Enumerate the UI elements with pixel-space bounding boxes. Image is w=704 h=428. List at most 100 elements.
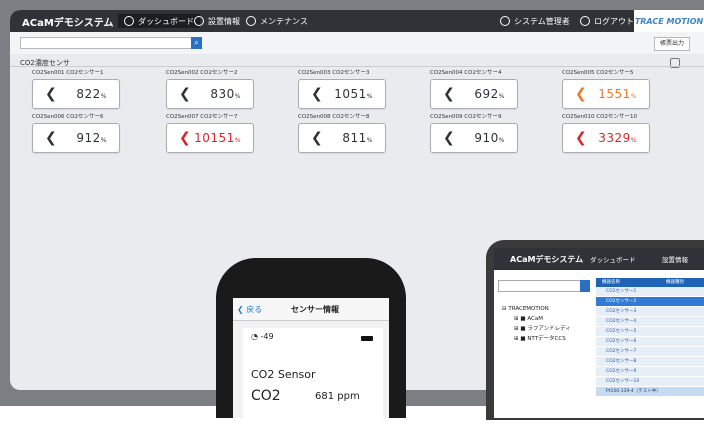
- sensor-value: 692%: [474, 87, 505, 101]
- nav-installation[interactable]: 設置情報: [194, 14, 240, 28]
- sensor-label: CO2Sen008 CO2センサー8: [298, 114, 370, 120]
- nav-installation-label: 設置情報: [208, 16, 240, 26]
- sensor-card[interactable]: CO2Sen005 CO2センサー5 ❮ 1551%: [562, 68, 672, 112]
- sensor-value: 822%: [76, 87, 107, 101]
- sensor-label: CO2Sen010 CO2センサー10: [562, 114, 637, 120]
- sensor-value: 912%: [76, 131, 107, 145]
- sensor-card[interactable]: CO2Sen008 CO2センサー8 ❮ 811%: [298, 112, 408, 156]
- tablet-search-input[interactable]: [498, 280, 590, 292]
- sensor-value-box: ❮ 830%: [166, 79, 254, 109]
- wrench-icon: [246, 16, 256, 26]
- table-row[interactable]: CO2センサー7: [596, 347, 704, 357]
- home-icon: [194, 16, 204, 26]
- sensor-value: 811%: [342, 131, 373, 145]
- sensor-label: CO2Sen007 CO2センサー7: [166, 114, 238, 120]
- sensor-label: CO2Sen005 CO2センサー5: [562, 70, 634, 76]
- chevron-left-icon: ❮: [45, 130, 57, 146]
- tablet-tree: ⊟ TRACEMOTION ⊞ ■ ACaM ⊞ ■ ラフアンドレディ ⊞ ■ …: [502, 304, 571, 344]
- sensor-value-box: ❮ 10151%: [166, 123, 254, 153]
- nav-logout[interactable]: ログアウト: [580, 14, 634, 28]
- column-header: 機器種別: [666, 280, 684, 285]
- sensor-value-box: ❮ 910%: [430, 123, 518, 153]
- chevron-left-icon: ❮: [443, 86, 455, 102]
- top-navigation: ACaMデモシステム ダッシュボード 設置情報 メンテナンス システム管理者 ロ…: [10, 10, 704, 32]
- tablet-nav-installation[interactable]: 設置情報: [662, 254, 688, 264]
- table-row[interactable]: CO2センサー4: [596, 317, 704, 327]
- phone-sensor-name: CO2 Sensor: [251, 368, 316, 381]
- sensor-value-box: ❮ 822%: [32, 79, 120, 109]
- nav-dashboard[interactable]: ダッシュボード: [118, 14, 200, 28]
- sensor-value-box: ❮ 811%: [298, 123, 386, 153]
- sensor-card[interactable]: CO2Sen001 CO2センサー1 ❮ 822%: [32, 68, 142, 112]
- sensor-card[interactable]: CO2Sen010 CO2センサー10 ❮ 3329%: [562, 112, 672, 156]
- phone-metric-value: 681 ppm: [315, 391, 360, 402]
- sensor-value-box: ❮ 692%: [430, 79, 518, 109]
- sensor-label: CO2Sen001 CO2センサー1: [32, 70, 104, 76]
- phone-back-label: 戻る: [246, 305, 263, 314]
- logout-icon: [580, 16, 590, 26]
- chevron-left-icon: ❮: [179, 86, 191, 102]
- sensor-card[interactable]: CO2Sen002 CO2センサー2 ❮ 830%: [166, 68, 276, 112]
- nav-logout-label: ログアウト: [594, 16, 634, 26]
- table-row[interactable]: CO2センサー1: [596, 287, 704, 297]
- nav-maintenance-label: メンテナンス: [260, 16, 308, 26]
- wifi-signal: ◔ -49: [251, 332, 274, 341]
- tablet-screen: ACaMデモシステム ダッシュボード 設置情報 ⊟ TRACEMOTION ⊞ …: [494, 248, 704, 418]
- sensor-value-box: ❮ 1551%: [562, 79, 650, 109]
- tree-node[interactable]: ⊟ TRACEMOTION: [502, 304, 571, 314]
- sensor-card[interactable]: CO2Sen006 CO2センサー6 ❮ 912%: [32, 112, 142, 156]
- sensor-value-box: ❮ 912%: [32, 123, 120, 153]
- search-icon: ⌕: [194, 38, 199, 47]
- nav-admin-label: システム管理者: [514, 16, 570, 26]
- table-row[interactable]: CO2センサー8: [596, 357, 704, 367]
- chevron-left-icon: ❮: [179, 130, 191, 146]
- sensor-card[interactable]: CO2Sen003 CO2センサー3 ❮ 1051%: [298, 68, 408, 112]
- tablet-device-table: 機器名称 機器種別 CO2センサー1 CO2センサー2 CO2センサー3 CO2…: [596, 278, 704, 397]
- sensor-card[interactable]: CO2Sen009 CO2センサー9 ❮ 910%: [430, 112, 540, 156]
- tree-node[interactable]: ⊞ ■ ラフアンドレディ: [502, 324, 571, 334]
- chevron-left-icon: ❮: [237, 305, 244, 314]
- chevron-left-icon: ❮: [311, 130, 323, 146]
- tablet-search-button[interactable]: [580, 280, 590, 292]
- table-row[interactable]: CO2センサー5: [596, 327, 704, 337]
- phone-back-button[interactable]: ❮ 戻る: [237, 304, 262, 315]
- sensor-value: 3329%: [598, 131, 637, 145]
- sensor-card[interactable]: CO2Sen007 CO2センサー7 ❮ 10151%: [166, 112, 276, 156]
- phone-navbar: ❮ 戻る センサー情報: [233, 298, 389, 321]
- search-toolbar: ⌕ 帳票出力: [10, 32, 704, 54]
- tree-node[interactable]: ⊞ ■ ACaM: [502, 314, 571, 324]
- app-brand: ACaMデモシステム: [22, 18, 114, 29]
- table-row[interactable]: Pt100-139-4（テスト中）: [596, 387, 704, 397]
- sensor-value: 830%: [210, 87, 241, 101]
- sensor-card[interactable]: CO2Sen004 CO2センサー4 ❮ 692%: [430, 68, 540, 112]
- table-row[interactable]: CO2センサー9: [596, 367, 704, 377]
- nav-admin[interactable]: システム管理者: [500, 14, 570, 28]
- sensor-label: CO2Sen006 CO2センサー6: [32, 114, 104, 120]
- battery-icon: [361, 336, 373, 341]
- phone-metric-label: CO2: [251, 388, 281, 404]
- search-input[interactable]: [20, 37, 192, 49]
- table-row[interactable]: CO2センサー2: [596, 297, 704, 307]
- sensor-label: CO2Sen009 CO2センサー9: [430, 114, 502, 120]
- phone-device: ❮ 戻る センサー情報 ◔ -49 CO2 Sensor CO2 681 ppm: [216, 258, 406, 428]
- chevron-left-icon: ❮: [311, 86, 323, 102]
- sensor-value: 910%: [474, 131, 505, 145]
- phone-sensor-card: ◔ -49 CO2 Sensor CO2 681 ppm: [243, 328, 383, 428]
- tablet-topbar: ACaMデモシステム ダッシュボード 設置情報: [494, 248, 704, 270]
- tablet-nav-dashboard[interactable]: ダッシュボード: [590, 254, 636, 264]
- sensor-label: CO2Sen004 CO2センサー4: [430, 70, 502, 76]
- search-button[interactable]: ⌕: [191, 37, 202, 49]
- wifi-icon: ◔: [251, 332, 258, 341]
- phone-screen: ❮ 戻る センサー情報 ◔ -49 CO2 Sensor CO2 681 ppm: [233, 298, 389, 428]
- table-row[interactable]: CO2センサー3: [596, 307, 704, 317]
- chevron-left-icon: ❮: [45, 86, 57, 102]
- nav-maintenance[interactable]: メンテナンス: [246, 14, 308, 28]
- chevron-left-icon: ❮: [443, 130, 455, 146]
- table-row[interactable]: CO2センサー6: [596, 337, 704, 347]
- table-row[interactable]: CO2センサー10: [596, 377, 704, 387]
- tree-node[interactable]: ⊞ ■ NTTデータCCS: [502, 334, 571, 344]
- export-button[interactable]: 帳票出力: [654, 37, 690, 51]
- phone-title: センサー情報: [291, 305, 339, 314]
- sensor-value: 1551%: [598, 87, 637, 101]
- sensor-label: CO2Sen002 CO2センサー2: [166, 70, 238, 76]
